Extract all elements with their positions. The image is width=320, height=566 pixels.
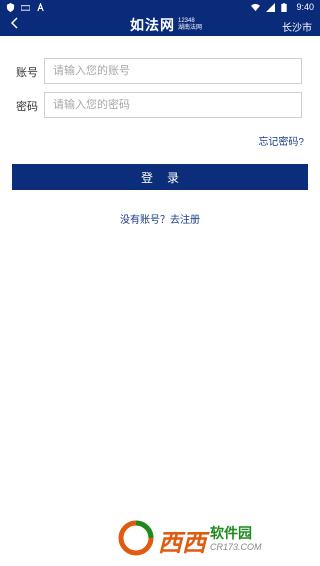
font-a-icon bbox=[36, 1, 45, 12]
watermark-domain: CR173.COM bbox=[210, 542, 262, 552]
back-button[interactable] bbox=[6, 16, 24, 34]
status-right: 9:40 bbox=[251, 2, 314, 12]
watermark: 西西 软件园 CR173.COM bbox=[118, 520, 318, 560]
app-bar: 如法网 12348 湖南法网 长沙市 bbox=[0, 14, 320, 36]
logo-subtitle: 湖南法网 bbox=[178, 25, 203, 31]
chevron-left-icon bbox=[10, 16, 20, 34]
password-label: 密码 bbox=[16, 101, 38, 113]
watermark-soft: 软件园 CR173.COM bbox=[210, 526, 262, 554]
city-selector[interactable]: 长沙市 bbox=[282, 19, 312, 34]
battery-icon bbox=[281, 2, 290, 12]
account-label: 账号 bbox=[16, 67, 38, 79]
status-bar: 9:40 bbox=[0, 0, 320, 14]
watermark-logo-icon bbox=[118, 520, 154, 561]
status-time: 9:40 bbox=[296, 2, 314, 12]
status-left bbox=[6, 1, 45, 12]
logo-sub: 12348 湖南法网 bbox=[178, 18, 202, 32]
forgot-password-link[interactable]: 忘记密码? bbox=[258, 133, 304, 148]
watermark-main: 西西 bbox=[158, 529, 206, 557]
logo-number: 12348 bbox=[178, 18, 195, 24]
app-logo: 如法网 12348 湖南法网 bbox=[130, 16, 202, 34]
login-button[interactable]: 登录 bbox=[12, 164, 308, 190]
register-link[interactable]: 没有账号？去注册 bbox=[0, 211, 320, 226]
password-row: 密码 bbox=[0, 92, 320, 118]
account-input[interactable] bbox=[44, 58, 302, 84]
account-row: 账号 bbox=[0, 58, 320, 84]
logo-main-text: 如法网 bbox=[130, 17, 175, 33]
wifi-icon bbox=[251, 3, 261, 12]
password-input[interactable] bbox=[44, 92, 302, 118]
keyboard-icon bbox=[20, 3, 31, 12]
signal-icon bbox=[266, 2, 276, 12]
watermark-soft-title: 软件园 bbox=[210, 525, 252, 541]
shield-icon bbox=[6, 2, 15, 12]
